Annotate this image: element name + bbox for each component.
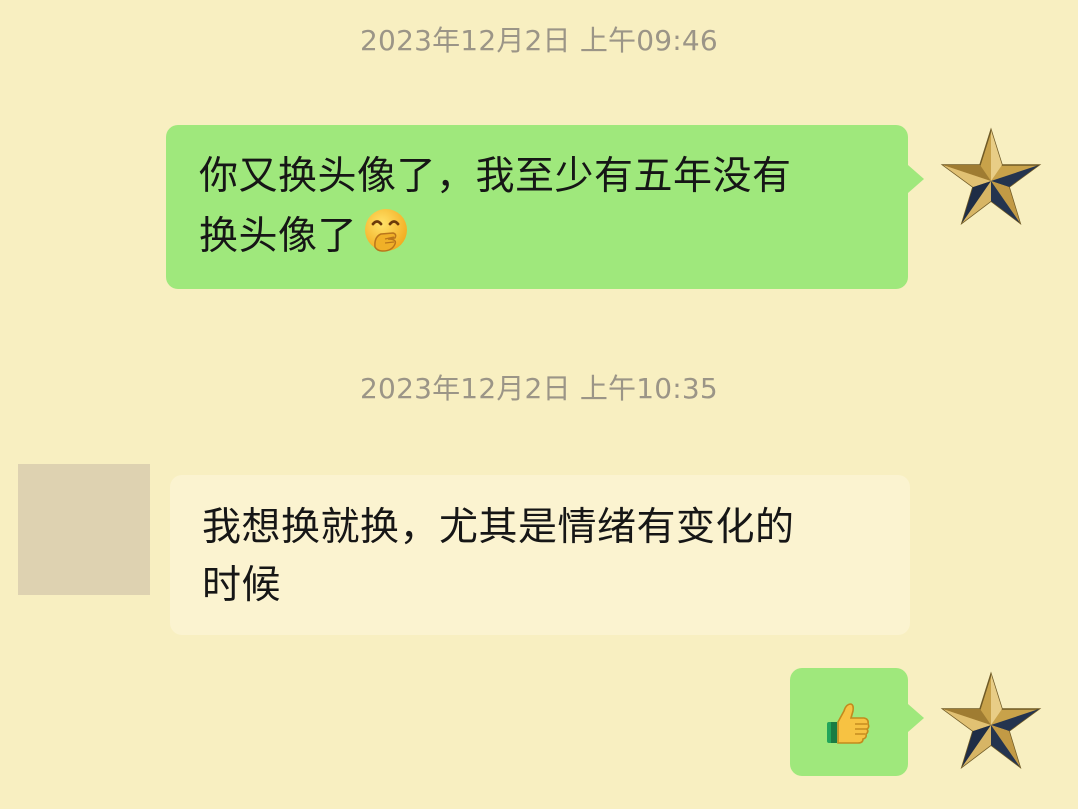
incoming-message-bubble[interactable]: 我想换就换，尤其是情绪有变化的 时候 bbox=[170, 475, 910, 635]
user-avatar[interactable] bbox=[938, 670, 1044, 776]
chat-conversation: 2023年12月2日 上午09:46 你又换头像了，我至少有五年没有 换头像了 bbox=[0, 0, 1078, 809]
message-text-line: 换头像了 bbox=[199, 214, 358, 259]
star-icon bbox=[938, 670, 1044, 776]
message-text-line: 你又换头像了，我至少有五年没有 bbox=[199, 154, 792, 199]
message-timestamp: 2023年12月2日 上午10:35 bbox=[360, 372, 718, 405]
thumbs-up-icon bbox=[824, 698, 874, 748]
contact-avatar[interactable] bbox=[18, 464, 150, 595]
star-icon bbox=[938, 126, 1044, 232]
outgoing-message-bubble[interactable] bbox=[790, 668, 924, 776]
message-text-line: 时候 bbox=[202, 563, 282, 608]
outgoing-message-bubble[interactable]: 你又换头像了，我至少有五年没有 换头像了 bbox=[166, 125, 924, 289]
user-avatar[interactable] bbox=[938, 126, 1044, 232]
message-text-line-wrap: 换头像了 bbox=[199, 206, 878, 273]
hand-over-mouth-face-icon bbox=[361, 206, 411, 273]
message-text-line: 我想换就换，尤其是情绪有变化的 bbox=[202, 505, 795, 550]
message-timestamp: 2023年12月2日 上午09:46 bbox=[360, 24, 718, 57]
